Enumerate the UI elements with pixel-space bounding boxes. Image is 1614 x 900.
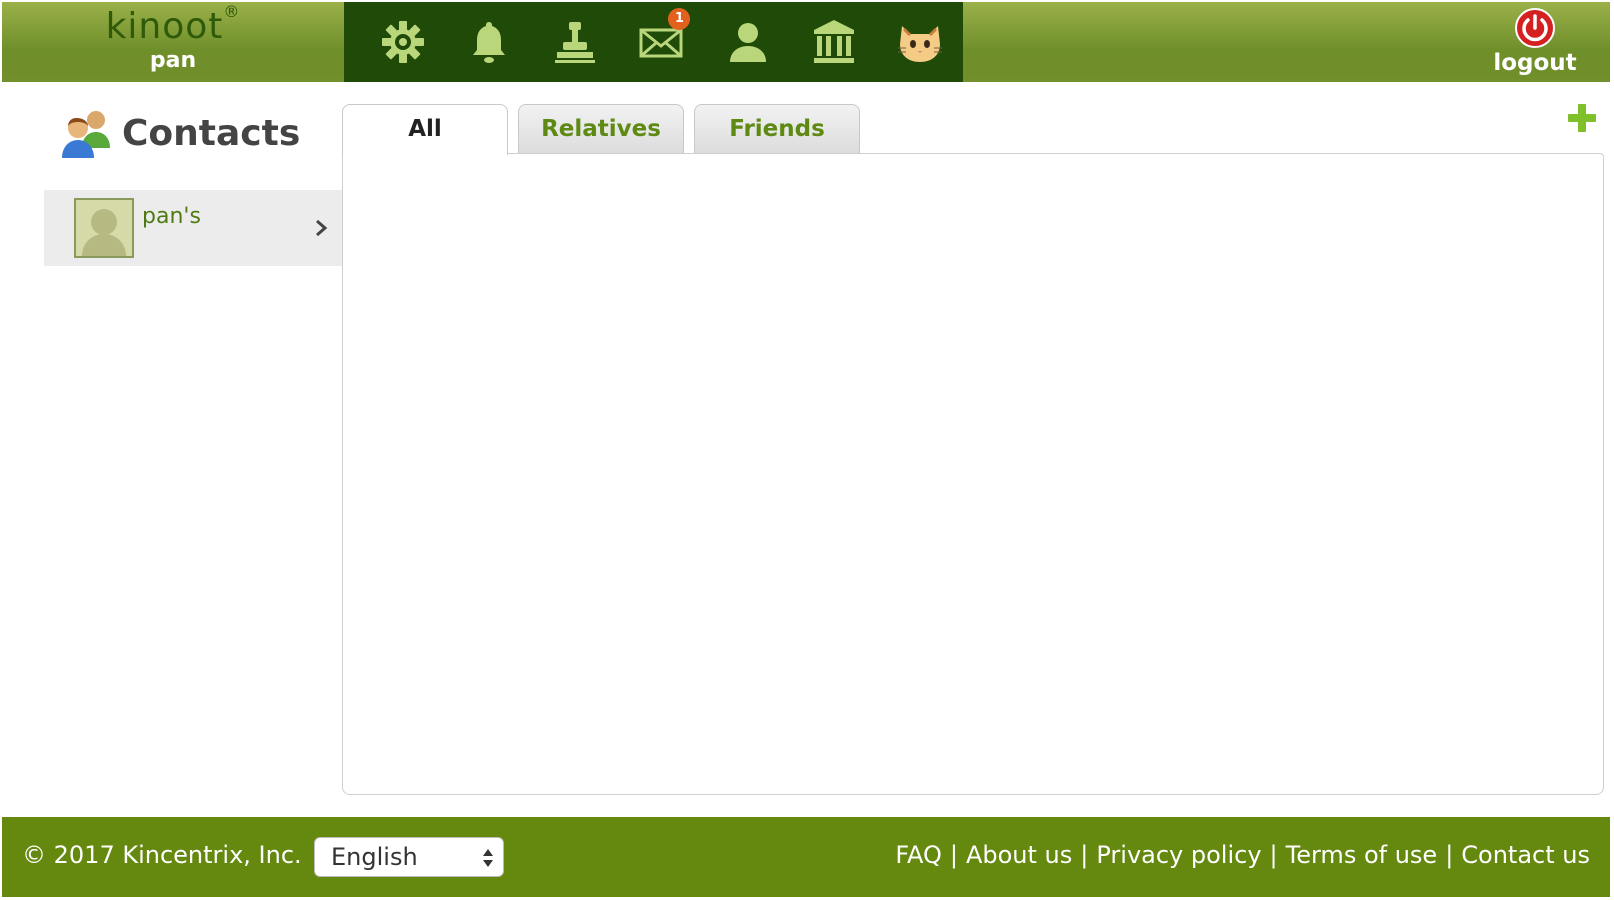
add-contact-button[interactable]	[1566, 102, 1598, 134]
brand-area: kinoot® pan	[2, 2, 344, 82]
privacy-policy-link[interactable]: Privacy policy	[1096, 841, 1261, 869]
gear-icon	[382, 21, 425, 63]
avatar	[74, 198, 134, 258]
tab-relatives[interactable]: Relatives	[518, 104, 684, 154]
museum-icon	[813, 20, 854, 63]
bell-icon	[473, 22, 506, 63]
tab-friends[interactable]: Friends	[694, 104, 860, 154]
contact-name: pan's	[142, 204, 201, 229]
current-user-name: pan	[149, 48, 197, 73]
contact-tabs: All Relatives Friends	[342, 104, 870, 155]
profile-button[interactable]	[705, 2, 791, 82]
link-separator: |	[1445, 841, 1454, 869]
notifications-button[interactable]	[446, 2, 532, 82]
footer-links: FAQ | About us | Privacy policy | Terms …	[895, 841, 1590, 869]
select-arrows-icon	[483, 849, 493, 867]
archive-button[interactable]	[791, 2, 877, 82]
messages-button[interactable]: 1	[618, 2, 704, 82]
power-icon	[1515, 8, 1555, 48]
copyright-text: © 2017 Kincentrix, Inc.	[22, 841, 302, 869]
main-toolbar: 1	[344, 2, 963, 82]
brand-logo[interactable]: kinoot®	[2, 2, 344, 47]
stamp-icon	[555, 22, 596, 63]
logo-text: kinoot	[105, 6, 224, 47]
tab-all[interactable]: All	[342, 104, 508, 155]
contacts-panel	[342, 153, 1604, 795]
logo-registered-mark: ®	[223, 2, 241, 21]
logout-button[interactable]: logout	[1490, 6, 1580, 80]
link-separator: |	[949, 841, 958, 869]
link-separator: |	[1080, 841, 1089, 869]
page: kinoot® pan 1 logout Contacts pan's All …	[0, 0, 1614, 900]
about-us-link[interactable]: About us	[966, 841, 1072, 869]
faq-link[interactable]: FAQ	[895, 841, 942, 869]
unread-badge: 1	[668, 8, 691, 30]
language-select[interactable]: English	[314, 837, 504, 877]
person-icon	[729, 23, 766, 62]
stamp-button[interactable]	[532, 2, 618, 82]
language-value: English	[331, 843, 418, 871]
link-separator: |	[1269, 841, 1278, 869]
cat-icon	[897, 26, 942, 62]
terms-of-use-link[interactable]: Terms of use	[1286, 841, 1438, 869]
chevron-right-icon	[316, 219, 328, 237]
pet-button[interactable]	[877, 2, 963, 82]
contact-us-link[interactable]: Contact us	[1461, 841, 1590, 869]
logout-label: logout	[1493, 50, 1577, 76]
contacts-heading: Contacts	[60, 108, 300, 158]
avatar-placeholder-icon	[82, 209, 126, 256]
contacts-icon	[62, 111, 110, 158]
settings-button[interactable]	[360, 2, 446, 82]
contact-list-item[interactable]: pan's	[44, 190, 342, 266]
footer: © 2017 Kincentrix, Inc. English FAQ | Ab…	[2, 817, 1610, 897]
page-title: Contacts	[122, 112, 301, 154]
top-header: kinoot® pan 1 logout	[2, 2, 1610, 82]
